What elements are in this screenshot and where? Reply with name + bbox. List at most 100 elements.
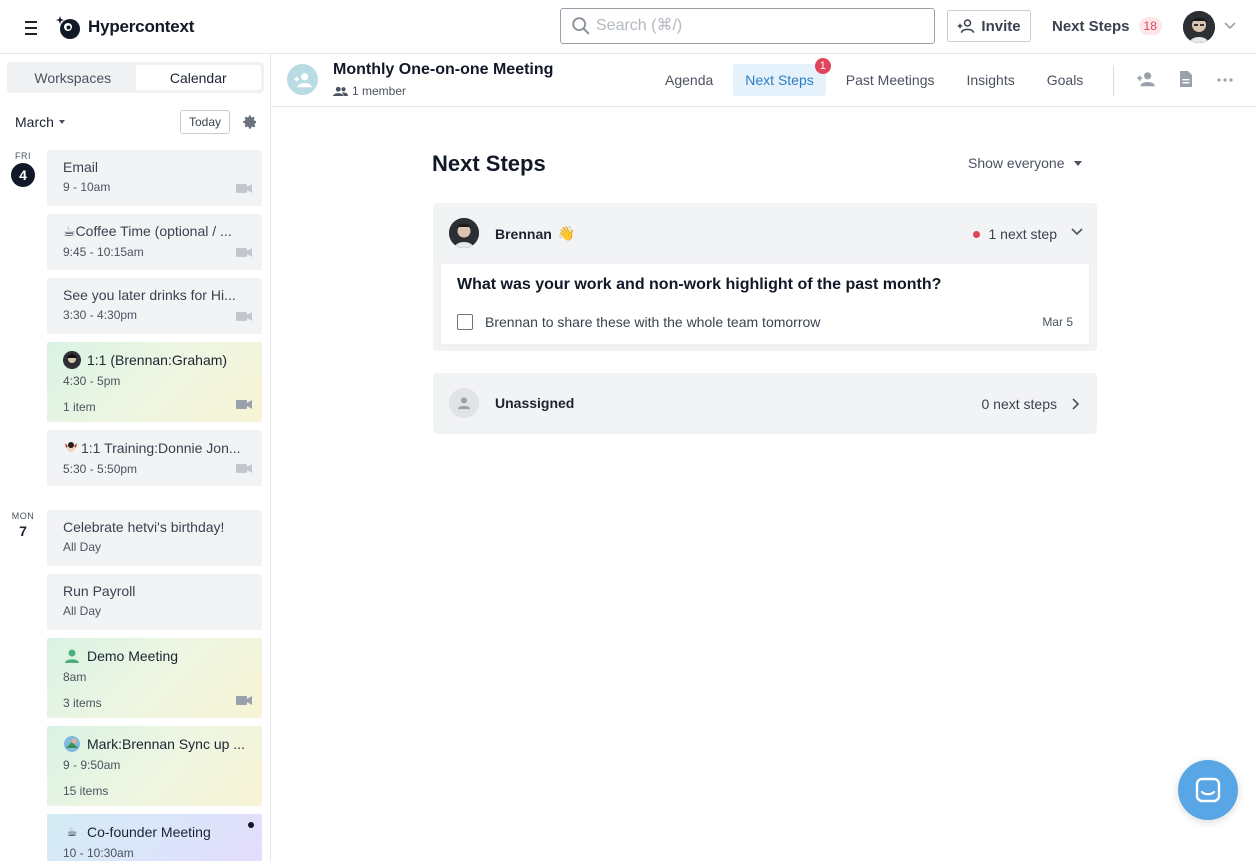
event-title: Run Payroll bbox=[63, 583, 136, 599]
app-name: Hypercontext bbox=[88, 17, 195, 36]
meeting-members[interactable]: 1 member bbox=[333, 84, 406, 98]
header-divider bbox=[1113, 65, 1114, 96]
logo[interactable]: Hypercontext bbox=[56, 14, 194, 40]
hypercontext-logo-icon bbox=[56, 16, 80, 39]
wave-emoji: 👋 bbox=[557, 225, 576, 241]
group-header[interactable]: Unassigned 0 next steps bbox=[433, 373, 1097, 434]
add-member-icon[interactable] bbox=[1136, 71, 1156, 87]
search-box[interactable] bbox=[560, 8, 935, 44]
video-camera-icon bbox=[236, 248, 252, 257]
agenda-question: What was your work and non-work highligh… bbox=[457, 276, 942, 293]
event-title: Celebrate hetvi's birthday! bbox=[63, 519, 225, 535]
tab-agenda[interactable]: Agenda bbox=[653, 64, 725, 96]
next-step-count: 1 next step bbox=[988, 226, 1058, 242]
tab-calendar[interactable]: Calendar bbox=[135, 65, 261, 90]
month-selector[interactable]: March bbox=[15, 114, 65, 130]
invite-label: Invite bbox=[981, 17, 1021, 35]
meeting-avatar bbox=[287, 64, 318, 95]
day-number: 4 bbox=[11, 163, 35, 187]
gear-icon[interactable] bbox=[242, 114, 258, 130]
calendar-event[interactable]: Email 9 - 10am bbox=[47, 150, 262, 206]
next-steps-nav[interactable]: Next Steps 18 bbox=[1052, 17, 1162, 35]
group-count: 0 next steps bbox=[982, 396, 1058, 412]
calendar-event[interactable]: ☕ Co-founder Meeting 10 - 10:30am bbox=[47, 814, 262, 861]
day-of-week: FRI bbox=[15, 151, 31, 161]
invite-button[interactable]: Invite bbox=[947, 10, 1031, 42]
event-time: 9 - 9:50am bbox=[63, 758, 121, 772]
event-title: Mark:Brennan Sync up ... bbox=[63, 735, 246, 753]
event-title: ☕Coffee Time (optional / ... bbox=[63, 223, 232, 239]
event-time: 10 - 10:30am bbox=[63, 846, 134, 860]
more-options-icon[interactable] bbox=[1217, 78, 1233, 82]
calendar-event[interactable]: Mark:Brennan Sync up ... 9 - 9:50am 15 i… bbox=[47, 726, 262, 806]
user-avatar[interactable] bbox=[1183, 11, 1215, 43]
meeting-header: Monthly One-on-one Meeting 1 member Agen… bbox=[271, 54, 1257, 107]
tab-workspaces[interactable]: Workspaces bbox=[10, 65, 136, 90]
status-dot bbox=[972, 230, 980, 238]
day-label-mon: MON 7 bbox=[8, 511, 38, 539]
calendar-event[interactable]: 1:1 Training:Donnie Jon... 5:30 - 5:50pm bbox=[47, 430, 262, 486]
calendar-event[interactable]: ☕Coffee Time (optional / ... 9:45 - 10:1… bbox=[47, 214, 262, 270]
chat-icon bbox=[1195, 777, 1221, 803]
calendar-event[interactable]: Celebrate hetvi's birthday! All Day bbox=[47, 510, 262, 566]
chevron-down-icon[interactable] bbox=[1223, 21, 1237, 31]
avatar bbox=[449, 388, 479, 418]
caret-down-icon bbox=[1073, 160, 1082, 166]
chevron-down-icon[interactable] bbox=[1070, 227, 1084, 237]
unread-dot bbox=[248, 822, 254, 828]
avatar bbox=[63, 351, 81, 369]
event-title: 1:1 (Brennan:Graham) bbox=[63, 351, 246, 369]
tab-insights[interactable]: Insights bbox=[954, 64, 1026, 96]
add-person-icon bbox=[293, 72, 312, 87]
event-time: 5:30 - 5:50pm bbox=[63, 462, 138, 476]
event-time: 8am bbox=[63, 670, 87, 684]
event-title: See you later drinks for Hi... bbox=[63, 287, 236, 303]
next-steps-group-unassigned[interactable]: Unassigned 0 next steps bbox=[433, 373, 1097, 434]
day-of-week: MON bbox=[11, 511, 35, 521]
search-input[interactable] bbox=[596, 17, 916, 35]
step-text[interactable]: Brennan to share these with the whole te… bbox=[485, 314, 820, 330]
tab-next-steps[interactable]: Next Steps 1 bbox=[733, 58, 831, 96]
menu-icon[interactable] bbox=[22, 17, 40, 37]
page-title: Next Steps bbox=[432, 151, 546, 176]
member-count: 1 member bbox=[352, 84, 407, 98]
search-icon bbox=[572, 17, 590, 35]
event-time: 9 - 10am bbox=[63, 180, 111, 194]
top-bar: Hypercontext Invite Next Steps 18 bbox=[0, 0, 1257, 54]
video-camera-icon bbox=[236, 464, 252, 473]
month-label: March bbox=[15, 114, 54, 130]
event-time: 3:30 - 4:30pm bbox=[63, 308, 138, 322]
tab-goals[interactable]: Goals bbox=[1035, 64, 1096, 96]
calendar-event[interactable]: Demo Meeting 8am 3 items bbox=[47, 638, 262, 718]
person-icon bbox=[457, 397, 471, 410]
next-steps-nav-label: Next Steps bbox=[1052, 17, 1130, 35]
video-camera-icon bbox=[236, 400, 252, 409]
today-button[interactable]: Today bbox=[180, 110, 230, 134]
event-time: 4:30 - 5pm bbox=[63, 374, 121, 388]
chevron-right-icon[interactable] bbox=[1071, 397, 1081, 411]
avatar bbox=[63, 439, 79, 457]
event-items-count: 15 items bbox=[63, 784, 109, 798]
tab-next-steps-label: Next Steps bbox=[745, 72, 814, 88]
event-time: All Day bbox=[63, 540, 102, 554]
meeting-title[interactable]: Monthly One-on-one Meeting bbox=[333, 61, 553, 79]
next-step-card: What was your work and non-work highligh… bbox=[441, 264, 1089, 344]
day-label-fri: FRI 4 bbox=[8, 151, 38, 187]
chat-launcher-button[interactable] bbox=[1178, 760, 1238, 820]
next-steps-count-badge: 18 bbox=[1138, 17, 1162, 35]
next-steps-tab-badge: 1 bbox=[814, 58, 831, 74]
calendar-event[interactable]: Run Payroll All Day bbox=[47, 574, 262, 630]
group-name: Unassigned bbox=[495, 395, 575, 411]
filter-dropdown[interactable]: Show everyone bbox=[968, 155, 1082, 171]
tab-past-meetings[interactable]: Past Meetings bbox=[834, 64, 947, 96]
next-step-item: Brennan to share these with the whole te… bbox=[457, 314, 1073, 330]
group-header[interactable]: Brennan 👋 1 next step bbox=[433, 203, 1097, 264]
person-icon bbox=[63, 647, 81, 665]
calendar-event[interactable]: 1:1 (Brennan:Graham) 4:30 - 5pm 1 item bbox=[47, 342, 262, 422]
event-items-count: 3 items bbox=[63, 696, 102, 710]
calendar-event[interactable]: See you later drinks for Hi... 3:30 - 4:… bbox=[47, 278, 262, 334]
next-steps-group-brennan: Brennan 👋 1 next step What was your work… bbox=[433, 203, 1097, 351]
document-icon[interactable] bbox=[1179, 70, 1193, 88]
step-checkbox[interactable] bbox=[457, 314, 473, 330]
people-icon bbox=[333, 86, 348, 96]
